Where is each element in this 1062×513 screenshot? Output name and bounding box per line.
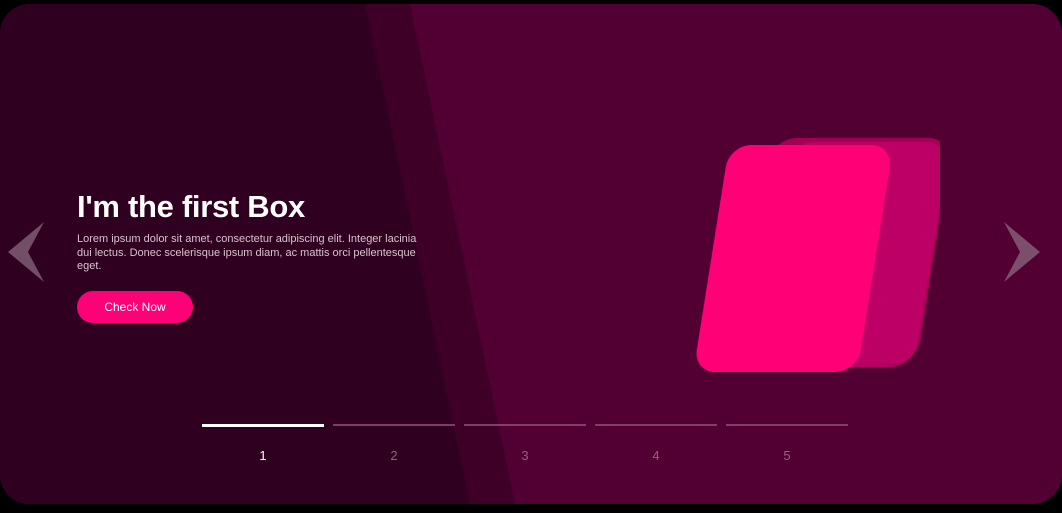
page-number: 1	[259, 448, 267, 463]
page-number: 2	[390, 448, 398, 463]
chevron-left-icon	[8, 222, 44, 282]
page-indicator-bar	[726, 424, 848, 426]
page-indicator-bar	[595, 424, 717, 426]
check-now-button[interactable]: Check Now	[77, 290, 193, 323]
page-number: 3	[521, 448, 529, 463]
slide-description: Lorem ipsum dolor sit amet, consectetur …	[77, 233, 417, 272]
chevron-right-icon	[1004, 222, 1040, 282]
page-number: 5	[783, 448, 791, 463]
cards-illustration	[696, 138, 940, 372]
slide-title: I'm the first Box	[77, 189, 305, 224]
page-4[interactable]: 4	[595, 424, 717, 464]
slide-pagination: 1 2 3 4 5	[202, 424, 849, 474]
slide-content: I'm the first Box Lorem ipsum dolor sit …	[77, 189, 427, 323]
page-indicator-bar	[333, 424, 455, 426]
page-3[interactable]: 3	[464, 424, 586, 464]
prev-slide-button[interactable]	[6, 222, 46, 282]
next-slide-button[interactable]	[1002, 222, 1042, 282]
page-number: 4	[652, 448, 660, 463]
page-1[interactable]: 1	[202, 424, 324, 464]
page-indicator-bar	[202, 424, 324, 427]
slider-frame: I'm the first Box Lorem ipsum dolor sit …	[0, 4, 1062, 504]
page-indicator-bar	[464, 424, 586, 426]
page-5[interactable]: 5	[726, 424, 848, 464]
page-2[interactable]: 2	[333, 424, 455, 464]
